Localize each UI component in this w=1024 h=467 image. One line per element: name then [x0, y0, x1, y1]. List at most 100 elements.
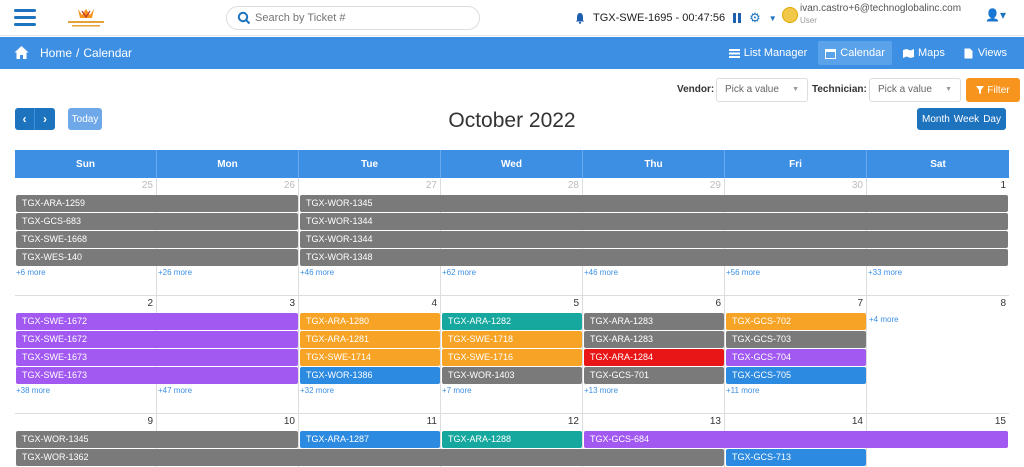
- calendar-event[interactable]: TGX-ARA-1281: [300, 331, 440, 348]
- tab-views[interactable]: Views: [956, 41, 1014, 65]
- tab-calendar[interactable]: Calendar: [818, 41, 892, 65]
- calendar-event[interactable]: TGX-GCS-704: [726, 349, 866, 366]
- gear-icon[interactable]: ⚙: [749, 10, 761, 26]
- calendar-event[interactable]: TGX-ARA-1288: [442, 431, 582, 448]
- more-events-link[interactable]: +46 more: [584, 268, 618, 277]
- day-number[interactable]: 11: [427, 416, 437, 427]
- day-number[interactable]: 1: [1000, 180, 1006, 191]
- user-menu-icon[interactable]: 👤▾: [985, 8, 1006, 22]
- day-number[interactable]: 3: [289, 298, 295, 309]
- calendar-event[interactable]: TGX-ARA-1287: [300, 431, 440, 448]
- chevron-down-icon[interactable]: ▼: [769, 14, 777, 23]
- more-events-link[interactable]: +11 more: [726, 386, 759, 395]
- prev-month-button[interactable]: ‹: [15, 108, 35, 130]
- day-cell[interactable]: 8: [867, 296, 1009, 414]
- day-number[interactable]: 5: [573, 298, 579, 309]
- filter-button[interactable]: Filter: [966, 78, 1020, 102]
- month-view-button[interactable]: Month: [917, 108, 952, 130]
- more-events-link[interactable]: +26 more: [158, 268, 192, 277]
- calendar-event[interactable]: TGX-GCS-701: [584, 367, 724, 384]
- ticket-search[interactable]: [226, 6, 480, 30]
- calendar-event[interactable]: TGX-WOR-1348: [300, 249, 1008, 266]
- day-number[interactable]: 28: [568, 180, 579, 191]
- day-number[interactable]: 10: [284, 416, 295, 427]
- calendar-event[interactable]: TGX-WOR-1362: [16, 449, 724, 466]
- more-events-link[interactable]: +33 more: [868, 268, 902, 277]
- day-number[interactable]: 2: [147, 298, 153, 309]
- calendar-event[interactable]: TGX-WOR-1344: [300, 213, 1008, 230]
- calendar-event[interactable]: TGX-GCS-705: [726, 367, 866, 384]
- search-input[interactable]: [255, 10, 465, 26]
- calendar-event[interactable]: TGX-SWE-1672: [16, 313, 298, 330]
- day-view-button[interactable]: Day: [981, 108, 1006, 130]
- week-view-button[interactable]: Week: [952, 108, 981, 130]
- pause-icon[interactable]: [733, 13, 742, 23]
- calendar-event[interactable]: TGX-GCS-684: [584, 431, 1008, 448]
- day-number[interactable]: 8: [1000, 298, 1006, 309]
- calendar-event[interactable]: TGX-SWE-1716: [442, 349, 582, 366]
- more-events-link[interactable]: +6 more: [16, 268, 46, 277]
- day-number[interactable]: 12: [568, 416, 579, 427]
- more-events-link[interactable]: +4 more: [869, 315, 899, 324]
- day-number[interactable]: 4: [431, 298, 437, 309]
- today-button[interactable]: Today: [68, 108, 102, 130]
- calendar-event[interactable]: TGX-SWE-1668: [16, 231, 298, 248]
- menu-icon[interactable]: [14, 9, 36, 26]
- calendar-event[interactable]: TGX-ARA-1283: [584, 331, 724, 348]
- vendor-select-value: Pick a value: [725, 84, 779, 95]
- calendar-event[interactable]: TGX-SWE-1714: [300, 349, 440, 366]
- calendar-event[interactable]: TGX-WOR-1344: [300, 231, 1008, 248]
- day-number[interactable]: 6: [715, 298, 721, 309]
- calendar-event[interactable]: TGX-ARA-1283: [584, 313, 724, 330]
- calendar-event[interactable]: TGX-GCS-703: [726, 331, 866, 348]
- calendar-event[interactable]: TGX-WES-140: [16, 249, 298, 266]
- day-number[interactable]: 25: [142, 180, 153, 191]
- calendar-event[interactable]: TGX-ARA-1282: [442, 313, 582, 330]
- weekday-label: Wed: [441, 150, 583, 178]
- day-number[interactable]: 29: [710, 180, 721, 191]
- day-number[interactable]: 30: [852, 180, 863, 191]
- calendar-event[interactable]: TGX-SWE-1718: [442, 331, 582, 348]
- home-icon[interactable]: [14, 45, 29, 60]
- avatar[interactable]: [782, 7, 798, 23]
- more-events-link[interactable]: +47 more: [158, 386, 192, 395]
- breadcrumb-home[interactable]: Home: [40, 46, 72, 60]
- calendar-event[interactable]: TGX-GCS-683: [16, 213, 298, 230]
- view-tabs: List Manager Calendar Maps Views: [722, 41, 1014, 65]
- next-month-button[interactable]: ›: [35, 108, 55, 130]
- day-number[interactable]: 13: [710, 416, 721, 427]
- more-events-link[interactable]: +62 more: [442, 268, 476, 277]
- calendar-event[interactable]: TGX-WOR-1345: [16, 431, 298, 448]
- more-events-link[interactable]: +13 more: [584, 386, 618, 395]
- calendar-event[interactable]: TGX-ARA-1259: [16, 195, 298, 212]
- calendar-event[interactable]: TGX-ARA-1280: [300, 313, 440, 330]
- more-events-link[interactable]: +7 more: [442, 386, 472, 395]
- tab-list-manager[interactable]: List Manager: [722, 41, 815, 65]
- more-events-link[interactable]: +32 more: [300, 386, 334, 395]
- calendar-event[interactable]: TGX-SWE-1673: [16, 367, 298, 384]
- calendar-event[interactable]: TGX-WOR-1403: [442, 367, 582, 384]
- vendor-select[interactable]: Pick a value ▼: [716, 78, 808, 102]
- day-number[interactable]: 7: [857, 298, 863, 309]
- calendar-event[interactable]: TGX-ARA-1284: [584, 349, 724, 366]
- chevron-down-icon: ▼: [792, 86, 799, 93]
- day-number[interactable]: 27: [426, 180, 437, 191]
- more-events-link[interactable]: +56 more: [726, 268, 760, 277]
- more-events-link[interactable]: +38 more: [16, 386, 50, 395]
- calendar-event[interactable]: TGX-GCS-702: [726, 313, 866, 330]
- chevron-right-icon: ›: [43, 112, 47, 126]
- calendar-event[interactable]: TGX-SWE-1672: [16, 331, 298, 348]
- day-number[interactable]: 26: [284, 180, 295, 191]
- bell-icon[interactable]: [575, 12, 585, 24]
- day-number[interactable]: 15: [995, 416, 1006, 427]
- calendar-event[interactable]: TGX-WOR-1345: [300, 195, 1008, 212]
- calendar-event[interactable]: TGX-WOR-1386: [300, 367, 440, 384]
- day-number[interactable]: 14: [852, 416, 863, 427]
- tab-maps[interactable]: Maps: [896, 41, 952, 65]
- day-number[interactable]: 9: [147, 416, 153, 427]
- more-events-link[interactable]: +46 more: [300, 268, 334, 277]
- weekday-label: Tue: [299, 150, 441, 178]
- technician-select[interactable]: Pick a value ▼: [869, 78, 961, 102]
- calendar-event[interactable]: TGX-SWE-1673: [16, 349, 298, 366]
- calendar-event[interactable]: TGX-GCS-713: [726, 449, 866, 466]
